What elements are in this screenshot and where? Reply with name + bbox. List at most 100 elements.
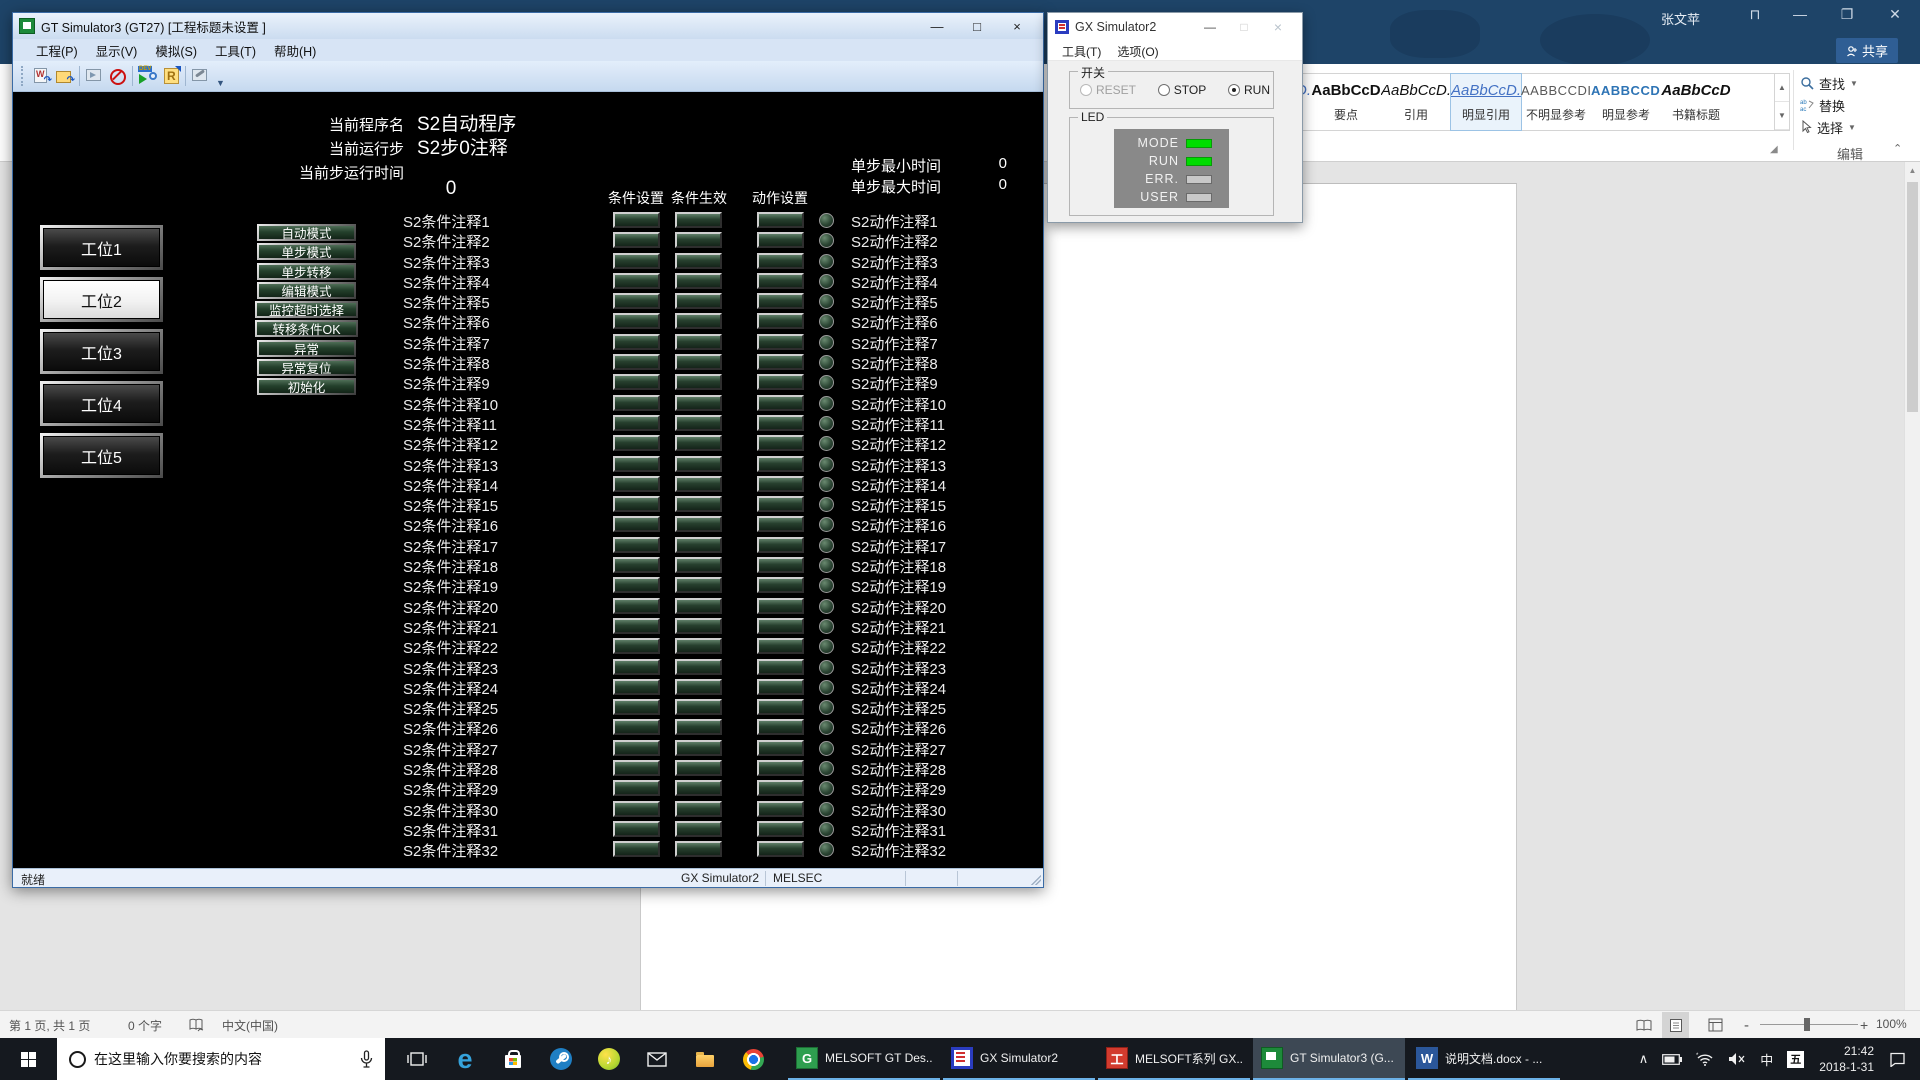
action-set-indicator[interactable]	[757, 232, 804, 248]
device-monitor-icon[interactable]	[137, 66, 158, 86]
action-lamp-icon[interactable]	[819, 375, 834, 390]
action-lamp-icon[interactable]	[819, 355, 834, 370]
condition-set-indicator[interactable]	[613, 374, 660, 390]
action-set-indicator[interactable]	[757, 212, 804, 228]
condition-set-indicator[interactable]	[613, 456, 660, 472]
action-lamp-icon[interactable]	[819, 477, 834, 492]
condition-set-indicator[interactable]	[613, 740, 660, 756]
condition-set-indicator[interactable]	[613, 537, 660, 553]
condition-set-indicator[interactable]	[613, 293, 660, 309]
select-button[interactable]: 选择▼	[1800, 116, 1910, 138]
gt-menu-item[interactable]: 工具(T)	[206, 39, 265, 62]
gt-menu-item[interactable]: 帮助(H)	[265, 39, 325, 62]
gt-maximize-button[interactable]: □	[957, 19, 997, 34]
condition-active-indicator[interactable]	[675, 557, 722, 573]
condition-active-indicator[interactable]	[675, 253, 722, 269]
condition-active-indicator[interactable]	[675, 537, 722, 553]
condition-active-indicator[interactable]	[675, 293, 722, 309]
replace-button[interactable]: abac 替换	[1800, 94, 1910, 116]
condition-active-indicator[interactable]	[675, 821, 722, 837]
collapse-ribbon-icon[interactable]: ⌃	[1893, 142, 1902, 155]
volume-muted-icon[interactable]	[1728, 1052, 1746, 1066]
action-lamp-icon[interactable]	[819, 294, 834, 309]
condition-active-indicator[interactable]	[675, 415, 722, 431]
action-lamp-icon[interactable]	[819, 578, 834, 593]
condition-set-indicator[interactable]	[613, 516, 660, 532]
action-set-indicator[interactable]	[757, 618, 804, 634]
vertical-scrollbar[interactable]: ▲	[1904, 162, 1920, 1010]
condition-set-indicator[interactable]	[613, 557, 660, 573]
gx-close-button[interactable]: ×	[1261, 19, 1295, 35]
condition-active-indicator[interactable]	[675, 232, 722, 248]
gx-menu-item[interactable]: 工具(T)	[1054, 40, 1109, 60]
find-button[interactable]: 查找▼	[1800, 72, 1910, 94]
condition-active-indicator[interactable]	[675, 801, 722, 817]
word-count-status[interactable]: 0 个字	[128, 1017, 162, 1034]
condition-set-indicator[interactable]	[613, 476, 660, 492]
action-lamp-icon[interactable]	[819, 599, 834, 614]
action-lamp-icon[interactable]	[819, 558, 834, 573]
action-set-indicator[interactable]	[757, 821, 804, 837]
taskbar-app-button[interactable]: 工 MELSOFT系列 GX...	[1098, 1038, 1250, 1080]
condition-set-indicator[interactable]	[613, 313, 660, 329]
condition-active-indicator[interactable]	[675, 577, 722, 593]
condition-active-indicator[interactable]	[675, 638, 722, 654]
action-lamp-icon[interactable]	[819, 314, 834, 329]
folder-icon[interactable]	[681, 1038, 729, 1080]
action-set-indicator[interactable]	[757, 273, 804, 289]
gx-minimize-button[interactable]: —	[1193, 20, 1227, 34]
condition-active-indicator[interactable]	[675, 699, 722, 715]
action-set-indicator[interactable]	[757, 659, 804, 675]
gt-close-button[interactable]: ×	[997, 19, 1037, 34]
action-set-indicator[interactable]	[757, 253, 804, 269]
proofing-icon[interactable]	[189, 1018, 205, 1032]
option-wrench-icon[interactable]	[190, 66, 211, 86]
zoom-out-button[interactable]: -	[1744, 1017, 1749, 1034]
network-icon[interactable]: *	[1696, 1052, 1714, 1066]
condition-set-indicator[interactable]	[613, 415, 660, 431]
action-set-indicator[interactable]	[757, 456, 804, 472]
style-gallery-item[interactable]: AaBbCcD 书籍标题	[1661, 74, 1731, 130]
condition-active-indicator[interactable]	[675, 456, 722, 472]
simulation-stop-icon[interactable]	[107, 66, 128, 86]
monitor-start-icon[interactable]	[84, 66, 105, 86]
gx-menu-item[interactable]: 选项(O)	[1109, 40, 1166, 60]
condition-set-indicator[interactable]	[613, 232, 660, 248]
action-set-indicator[interactable]	[757, 476, 804, 492]
action-lamp-icon[interactable]	[819, 700, 834, 715]
action-lamp-icon[interactable]	[819, 254, 834, 269]
ime-mode-icon[interactable]: 五	[1787, 1051, 1804, 1068]
condition-set-indicator[interactable]	[613, 577, 660, 593]
action-lamp-icon[interactable]	[819, 802, 834, 817]
condition-active-indicator[interactable]	[675, 354, 722, 370]
action-set-indicator[interactable]	[757, 780, 804, 796]
ribbon-display-options-icon[interactable]: ⊓	[1740, 6, 1770, 23]
battery-icon[interactable]	[1662, 1054, 1682, 1065]
condition-set-indicator[interactable]	[613, 638, 660, 654]
action-lamp-icon[interactable]	[819, 660, 834, 675]
action-lamp-icon[interactable]	[819, 680, 834, 695]
taskbar-app-button[interactable]: W 说明文档.docx - ...	[1408, 1038, 1560, 1080]
gt-titlebar[interactable]: GT Simulator3 (GT27) [工程标题未设置 ] — □ ×	[13, 13, 1043, 39]
word-user-name[interactable]: 张文苹	[1661, 9, 1700, 28]
music-icon[interactable]: ♪	[585, 1038, 633, 1080]
style-gallery-item[interactable]: AABBCCDI 明显参考	[1591, 74, 1661, 130]
action-lamp-icon[interactable]	[819, 213, 834, 228]
action-set-indicator[interactable]	[757, 841, 804, 857]
action-lamp-icon[interactable]	[819, 639, 834, 654]
action-lamp-icon[interactable]	[819, 436, 834, 451]
word-restore-button[interactable]: ❐	[1832, 6, 1862, 23]
condition-set-indicator[interactable]	[613, 273, 660, 289]
action-lamp-icon[interactable]	[819, 781, 834, 796]
action-set-indicator[interactable]	[757, 760, 804, 776]
condition-active-indicator[interactable]	[675, 659, 722, 675]
action-lamp-icon[interactable]	[819, 842, 834, 857]
share-button[interactable]: 共享	[1836, 38, 1898, 63]
mail-icon[interactable]	[633, 1038, 681, 1080]
style-gallery-item[interactable]: AABBCCDI 不明显参考	[1521, 74, 1591, 130]
switch-radio[interactable]: RUN	[1228, 83, 1270, 97]
condition-active-indicator[interactable]	[675, 374, 722, 390]
gt-menu-item[interactable]: 工程(P)	[27, 39, 87, 62]
word-minimize-button[interactable]: —	[1785, 6, 1815, 22]
open-project-icon[interactable]: ↷	[31, 66, 52, 86]
